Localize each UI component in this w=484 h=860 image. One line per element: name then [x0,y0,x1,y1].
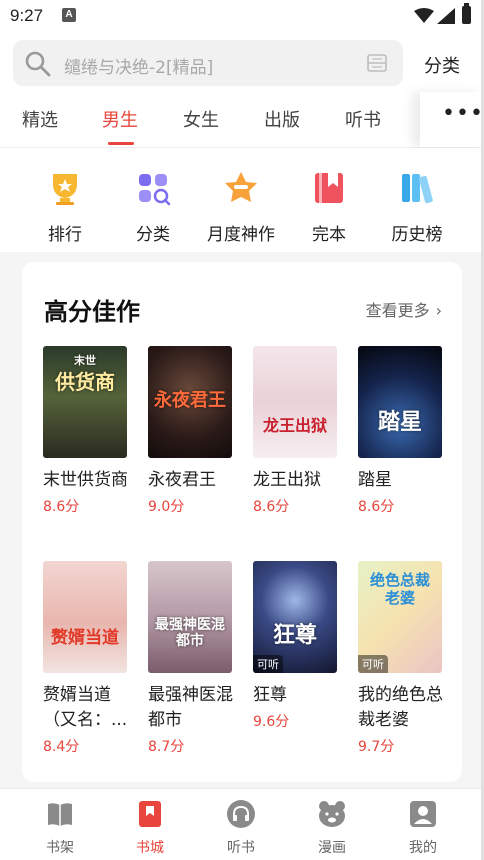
battery-icon [462,3,471,24]
book-score: 9.6分 [253,714,290,730]
tab-publish[interactable]: 出版 [264,106,300,132]
more-tabs-button[interactable]: ••• [420,92,484,147]
status-time: 9:27 [10,6,44,25]
book-score: 8.7分 [148,739,185,755]
quick-links: 排行 分类 月度神作 完本 历史榜 [0,148,484,252]
bookmark-book-icon [315,173,343,203]
book-score: 8.6分 [358,499,395,515]
category-button[interactable]: 分类 [424,52,460,78]
book-item[interactable]: 最强神医混都市 最强神医混都市 8.7分 [148,561,233,756]
nav-comics[interactable]: 漫画 [297,799,367,857]
book-title: 赘婿当道（又名：... [43,685,128,730]
active-tab-indicator [108,142,134,145]
more-dots-icon: ••• [442,101,484,126]
category-grid-icon [139,174,171,206]
book-title: 踏星 [358,470,392,490]
nav-profile[interactable]: 我的 [388,799,458,857]
wifi-icon [414,8,434,23]
book-title: 我的绝色总裁老婆 [358,685,443,730]
book-score: 8.6分 [43,499,80,515]
book-title: 龙王出狱 [253,470,321,490]
profile-icon [410,801,436,827]
nav-audiobook[interactable]: 听书 [206,799,276,857]
channel-tabs: 精选 男生 女生 出版 听书 ••• [0,92,484,148]
tab-audiobook[interactable]: 听书 [345,106,381,132]
quick-link-monthly[interactable]: 月度神作 [196,170,286,245]
book-cover: 永夜君王 [148,346,232,458]
tab-female[interactable]: 女生 [183,106,219,132]
book-title: 末世供货商 [43,470,128,490]
search-icon [25,51,51,77]
listen-badge: 可听 [253,655,283,673]
tab-featured[interactable]: 精选 [22,106,58,132]
book-cover: 赘婿当道 [43,561,127,673]
book-title: 最强神医混都市 [148,685,233,730]
book-item[interactable]: 踏星 踏星 8.6分 [358,346,442,516]
tab-male[interactable]: 男生 [102,106,138,132]
status-bar: 9:27 A [0,0,484,34]
bear-icon [319,801,345,827]
quick-link-ranking[interactable]: 排行 [20,170,110,245]
book-item[interactable]: 龙王出狱 龙王出狱 8.6分 [253,346,337,516]
book-title: 永夜君王 [148,470,216,490]
listen-badge: 可听 [358,655,388,673]
chevron-right-icon: › [435,301,442,320]
bookshelf-icon [402,174,433,204]
search-placeholder: 缱绻与决绝-2[精品] [64,58,214,78]
book-item[interactable]: 赘婿当道 赘婿当道（又名：... 8.4分 [43,561,127,756]
book-score: 8.6分 [253,499,290,515]
book-score: 9.7分 [358,739,395,755]
section-title: 高分佳作 [44,298,140,326]
high-score-section: 高分佳作 查看更多 › 末世 供货商 末世供货商 8.6分 永夜君王 永夜君王 9… [22,262,462,782]
book-score: 8.4分 [43,739,80,755]
book-item[interactable]: 末世 供货商 末世供货商 8.6分 [43,346,128,516]
quick-link-completed[interactable]: 完本 [284,170,374,245]
book-cover: 踏星 [358,346,442,458]
book-cover: 末世 供货商 [43,346,127,458]
bookstore-nav-icon [139,801,161,827]
bookshelf-nav-icon [48,803,72,826]
signal-icon [437,8,455,24]
book-cover: 狂尊 可听 [253,561,337,673]
nav-bookshelf[interactable]: 书架 [25,799,95,857]
search-row: 缱绻与决绝-2[精品] 分类 [0,34,484,92]
bottom-navigation: 书架 书城 听书 漫画 我的 [0,788,484,860]
book-score: 9.0分 [148,499,185,515]
quick-link-category[interactable]: 分类 [108,170,198,245]
star-badge-icon [225,172,257,202]
quick-link-history[interactable]: 历史榜 [372,170,462,245]
notification-icon: A [62,8,76,22]
scan-icon[interactable] [367,54,387,72]
book-item[interactable]: 永夜君王 永夜君王 9.0分 [148,346,232,516]
book-title: 狂尊 [253,685,287,705]
headphones-icon [227,800,255,828]
view-more-link[interactable]: 查看更多 › [366,297,442,321]
book-cover: 龙王出狱 [253,346,337,458]
search-input[interactable]: 缱绻与决绝-2[精品] [13,40,403,86]
book-item[interactable]: 狂尊 可听 狂尊 9.6分 [253,561,337,731]
nav-bookstore[interactable]: 书城 [115,799,185,857]
book-cover: 绝色总裁老婆 可听 [358,561,442,673]
trophy-icon [53,174,77,205]
book-item[interactable]: 绝色总裁老婆 可听 我的绝色总裁老婆 9.7分 [358,561,443,756]
book-cover: 最强神医混都市 [148,561,232,673]
